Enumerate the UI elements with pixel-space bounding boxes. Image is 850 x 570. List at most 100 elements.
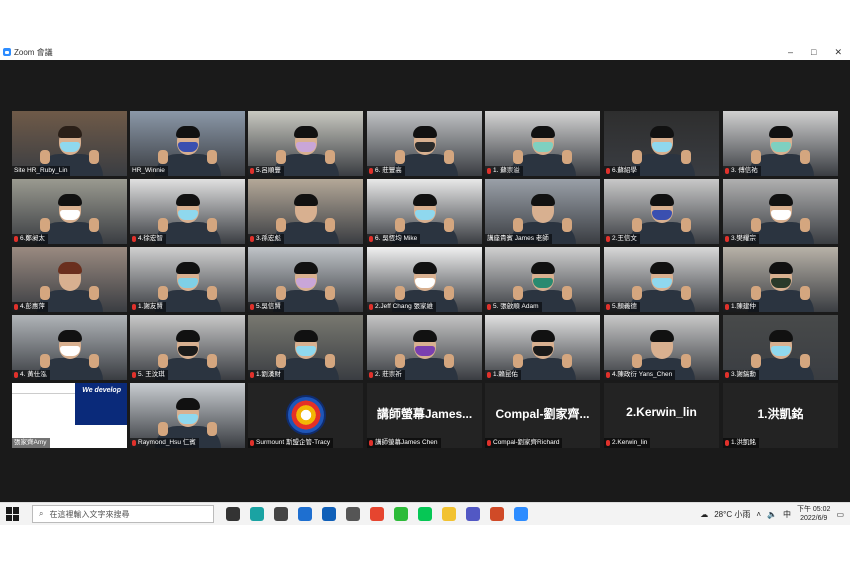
- participant-hair: [175, 330, 200, 342]
- thumbs-up-left: [751, 354, 761, 368]
- face-mask: [651, 210, 672, 220]
- participant-tile[interactable]: 5.呂順豐: [248, 111, 363, 176]
- weather-text[interactable]: 28°C 小雨: [714, 509, 750, 520]
- thumbs-up-left: [40, 354, 50, 368]
- participant-tile[interactable]: 4.彭惠萍: [12, 247, 127, 312]
- participant-name: 4.徐宏智: [138, 235, 163, 242]
- participant-hair: [649, 194, 674, 206]
- participant-tile[interactable]: 1.劉漢財: [248, 315, 363, 380]
- participant-tile[interactable]: Site HR_Ruby_Lin: [12, 111, 127, 176]
- participant-tile[interactable]: 3.樊耀宗: [723, 179, 838, 244]
- face-mask: [532, 142, 553, 152]
- thumbs-up-left: [632, 218, 642, 232]
- muted-mic-icon: [14, 236, 18, 242]
- line-icon[interactable]: [418, 507, 432, 521]
- thumbs-up-left: [395, 354, 405, 368]
- tray-chevron-icon[interactable]: ˄: [756, 510, 761, 519]
- participant-tile[interactable]: 5.吳信賢: [248, 247, 363, 312]
- participant-tile[interactable]: 6.蘇紹學: [604, 111, 719, 176]
- participant-tile[interactable]: 4. 黃仕泓: [12, 315, 127, 380]
- thumbs-up-left: [158, 422, 168, 436]
- participant-tile[interactable]: 1.陳建仲: [723, 247, 838, 312]
- participant-display-name: Compal-劉家齊...: [495, 407, 590, 421]
- participant-tile[interactable]: 1.謝友賢: [130, 247, 245, 312]
- participant-tile[interactable]: 講座貴賓 James 老師: [485, 179, 600, 244]
- thumbs-up-left: [513, 218, 523, 232]
- participant-hair: [649, 126, 674, 138]
- participant-tile[interactable]: 1. 蘇崇溢: [485, 111, 600, 176]
- teams-icon[interactable]: [466, 507, 480, 521]
- muted-mic-icon: [606, 236, 610, 242]
- participant-hair: [57, 126, 82, 138]
- mail-icon[interactable]: [274, 507, 288, 521]
- muted-mic-icon: [606, 168, 610, 174]
- start-button[interactable]: [6, 507, 20, 521]
- thumbs-up-left: [40, 286, 50, 300]
- notification-icon[interactable]: ▭: [836, 510, 844, 519]
- participant-tile[interactable]: 3.謝鎬勳: [723, 315, 838, 380]
- thumbs-up-left: [513, 286, 523, 300]
- participant-name: 2. 莊崇祈: [375, 371, 402, 378]
- participant-hair: [175, 262, 200, 274]
- participant-tile[interactable]: Raymond_Hsu 仁賓: [130, 383, 245, 448]
- clock-time: 下午 05:02: [796, 506, 831, 513]
- participant-tile[interactable]: 4.徐宏智: [130, 179, 245, 244]
- close-button[interactable]: ✕: [834, 47, 842, 58]
- folder-icon[interactable]: [442, 507, 456, 521]
- task-view-icon[interactable]: [226, 507, 240, 521]
- participant-tile[interactable]: 2. 莊崇祈: [367, 315, 482, 380]
- participant-tile[interactable]: 1.洪凱銘 1.洪凱銘: [723, 383, 838, 448]
- participant-name-label: 3.謝鎬勳: [723, 370, 759, 380]
- participant-name: 5. 張啟順 Adam: [493, 303, 539, 310]
- participant-tile[interactable]: We develop 張家齊Amy: [12, 383, 127, 448]
- participant-tile[interactable]: 2.王信文: [604, 179, 719, 244]
- participant-tile[interactable]: 5. 王汶琪: [130, 315, 245, 380]
- participant-tile[interactable]: 4.陳政衍 Yans_Chen: [604, 315, 719, 380]
- app-icon[interactable]: [346, 507, 360, 521]
- muted-mic-icon: [725, 304, 729, 310]
- clock[interactable]: 下午 05:02 2022/6/9: [797, 505, 830, 523]
- muted-mic-icon: [132, 372, 136, 378]
- participant-hair: [175, 398, 200, 410]
- participant-tile[interactable]: 3.孫宏彪: [248, 179, 363, 244]
- participant-tile[interactable]: 2.Jeff Chang 張家維: [367, 247, 482, 312]
- participant-tile[interactable]: 5. 張啟順 Adam: [485, 247, 600, 312]
- thumbs-up-right: [800, 150, 810, 164]
- participant-name-label: 1.謝友賢: [130, 302, 166, 312]
- participant-tile[interactable]: 講師螢幕James... 講師螢幕James Chen: [367, 383, 482, 448]
- outlook-icon[interactable]: [322, 507, 336, 521]
- minimize-button[interactable]: –: [788, 47, 793, 57]
- participant-name-label: 1. 蘇崇溢: [485, 166, 523, 176]
- participant-tile[interactable]: 2.Kerwin_lin 2.Kerwin_lin: [604, 383, 719, 448]
- powerpoint-icon[interactable]: [490, 507, 504, 521]
- volume-icon[interactable]: 🔈: [767, 510, 777, 519]
- participant-tile[interactable]: 3. 傅信祐: [723, 111, 838, 176]
- thumbs-up-right: [207, 422, 217, 436]
- participant-tile[interactable]: Surmount 斯盟企管-Tracy: [248, 383, 363, 448]
- participant-tile[interactable]: 6.鄭昶太: [12, 179, 127, 244]
- chrome-icon[interactable]: [370, 507, 384, 521]
- ie-icon[interactable]: [298, 507, 312, 521]
- taskbar-search-box[interactable]: ⌕ 在這裡輸入文字來搜尋: [32, 505, 214, 523]
- participant-tile[interactable]: Compal-劉家齊... Compal-劉家齊Richard: [485, 383, 600, 448]
- face-mask: [770, 346, 791, 356]
- wechat-icon[interactable]: [394, 507, 408, 521]
- muted-mic-icon: [132, 236, 136, 242]
- participant-tile[interactable]: 6. 吳恆均 Mike: [367, 179, 482, 244]
- participant-name-label: 講座貴賓 James 老師: [485, 234, 552, 244]
- participant-hair: [530, 194, 555, 206]
- participant-tile[interactable]: 6. 莊豐高: [367, 111, 482, 176]
- participant-tile[interactable]: 1.賴昆佑: [485, 315, 600, 380]
- muted-mic-icon: [725, 168, 729, 174]
- participant-tile[interactable]: 5.顏義德: [604, 247, 719, 312]
- face-mask: [532, 278, 553, 288]
- participant-hair: [768, 330, 793, 342]
- ime-indicator[interactable]: 中: [783, 509, 791, 520]
- muted-mic-icon: [606, 304, 610, 310]
- participant-tile[interactable]: HR_Winnie: [130, 111, 245, 176]
- participant-name: 講座貴賓 James 老師: [487, 235, 549, 242]
- thumbs-up-left: [395, 286, 405, 300]
- zoom-icon[interactable]: [514, 507, 528, 521]
- maximize-button[interactable]: □: [811, 47, 816, 57]
- edge-icon[interactable]: [250, 507, 264, 521]
